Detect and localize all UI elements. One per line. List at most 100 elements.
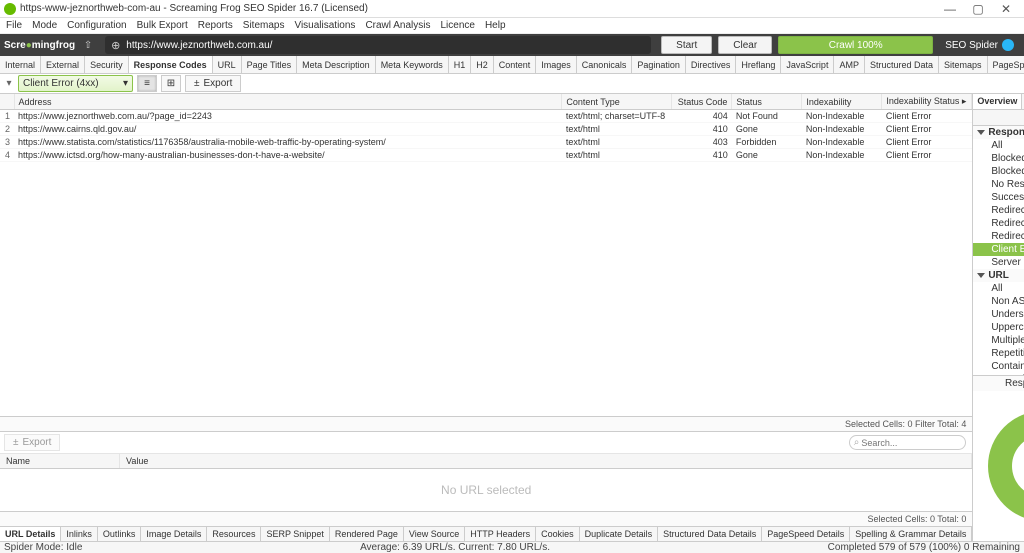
overview-item[interactable]: Redirection (Jav...00% [973, 217, 1024, 230]
detail-tab-image-details[interactable]: Image Details [141, 527, 207, 541]
table-row[interactable]: 2https://www.cairns.qld.gov.au/text/html… [0, 123, 972, 136]
tab-internal[interactable]: Internal [0, 56, 41, 73]
tab-hreflang[interactable]: Hreflang [736, 56, 781, 73]
table-row[interactable]: 3https://www.statista.com/statistics/117… [0, 136, 972, 149]
overview-item[interactable]: Contains Space00% [973, 360, 1024, 373]
maximize-button[interactable]: ▢ [964, 2, 992, 16]
detail-search[interactable]: ⌕ [849, 435, 967, 450]
overview-item[interactable]: Underscores10.22% [973, 308, 1024, 321]
detail-tab-structured-data-details[interactable]: Structured Data Details [658, 527, 762, 541]
detail-tab-cookies[interactable]: Cookies [536, 527, 580, 541]
detail-status: Selected Cells: 0 Total: 0 [0, 511, 972, 526]
detail-tab-outlinks[interactable]: Outlinks [98, 527, 142, 541]
menu-licence[interactable]: Licence [440, 20, 474, 31]
detail-tab-url-details[interactable]: URL Details [0, 527, 61, 541]
menu-crawl analysis[interactable]: Crawl Analysis [365, 20, 430, 31]
window-title: https-www-jeznorthweb-com-au - Screaming… [20, 3, 936, 14]
detail-tab-pagespeed-details[interactable]: PageSpeed Details [762, 527, 850, 541]
filter-toolbar: ▾ Client Error (4xx)▾ ≡ ⊞ ±Export [0, 74, 1024, 94]
start-button[interactable]: Start [661, 36, 712, 54]
detail-export-button[interactable]: ±Export [4, 434, 60, 451]
right-tab-overview[interactable]: Overview [973, 94, 1022, 109]
overview-item[interactable]: Redirection (Met...00% [973, 230, 1024, 243]
tab-directives[interactable]: Directives [686, 56, 737, 73]
overview-item[interactable]: All579100% [973, 139, 1024, 152]
detail-tab-rendered-page[interactable]: Rendered Page [330, 527, 404, 541]
status-bar: Spider Mode: Idle Average: 6.39 URL/s. C… [0, 541, 1024, 553]
url-input-wrap[interactable]: ⊕ [105, 36, 651, 54]
menu-bulk export[interactable]: Bulk Export [137, 20, 188, 31]
overview-section[interactable]: URL [973, 269, 1024, 282]
tab-sitemaps[interactable]: Sitemaps [939, 56, 988, 73]
right-panel: OverviewSite StructureResponse Times▸ UR… [973, 94, 1024, 541]
overview-list[interactable]: Response CodesAll579100%Blocked by Rob..… [973, 126, 1024, 375]
overview-item[interactable]: Uppercase00% [973, 321, 1024, 334]
tab-url[interactable]: URL [213, 56, 242, 73]
detail-tab-http-headers[interactable]: HTTP Headers [465, 527, 536, 541]
filter-icon[interactable]: ▾ [4, 78, 14, 89]
tab-meta-description[interactable]: Meta Description [297, 56, 376, 73]
window-titlebar: https-www-jeznorthweb-com-au - Screaming… [0, 0, 1024, 18]
overview-item[interactable]: Redirection (3xx)61.04% [973, 204, 1024, 217]
overview-item[interactable]: Server Error (5xx)00% [973, 256, 1024, 269]
overview-item[interactable]: Repetitive Path00% [973, 347, 1024, 360]
menu-bar: File Mode Configuration Bulk Export Reports S… [0, 18, 1024, 34]
tab-content[interactable]: Content [494, 56, 537, 73]
menu-configuration[interactable]: Configuration [67, 20, 126, 31]
brand-tag: SEO Spider [945, 39, 1014, 51]
overview-item[interactable]: No Response30.52% [973, 178, 1024, 191]
overview-item[interactable]: Blocked Resourcei00% [973, 165, 1024, 178]
detail-tab-inlinks[interactable]: Inlinks [61, 527, 98, 541]
search-icon: ⌕ [854, 437, 860, 448]
detail-tab-spelling-grammar-details[interactable]: Spelling & Grammar Details [850, 527, 972, 541]
upload-icon[interactable]: ⇧ [81, 40, 95, 51]
view-tree-icon[interactable]: ⊞ [161, 75, 181, 92]
filter-dropdown[interactable]: Client Error (4xx)▾ [18, 75, 133, 92]
tab-security[interactable]: Security [85, 56, 129, 73]
table-row[interactable]: 1https://www.jeznorthweb.com.au/?page_id… [0, 110, 972, 123]
tab-javascript[interactable]: JavaScript [781, 56, 834, 73]
results-table[interactable]: AddressContent TypeStatus CodeStatusInde… [0, 94, 972, 416]
view-list-icon[interactable]: ≡ [137, 75, 157, 92]
tab-structured-data[interactable]: Structured Data [865, 56, 939, 73]
tab-h2[interactable]: H2 [471, 56, 494, 73]
menu-file[interactable]: File [6, 20, 22, 31]
gear-icon[interactable] [1002, 39, 1014, 51]
menu-help[interactable]: Help [485, 20, 506, 31]
overview-item[interactable]: Non ASCII Char...30.66% [973, 295, 1024, 308]
detail-tab-view-source[interactable]: View Source [404, 527, 465, 541]
tab-amp[interactable]: AMP [834, 56, 865, 73]
tab-pagination[interactable]: Pagination [632, 56, 686, 73]
overview-item[interactable]: Success (2xx)56597.58% [973, 191, 1024, 204]
url-input[interactable] [126, 40, 645, 51]
export-button[interactable]: ±Export [185, 75, 241, 92]
tab-images[interactable]: Images [536, 56, 577, 73]
tab-response-codes[interactable]: Response Codes [129, 56, 213, 73]
tab-meta-keywords[interactable]: Meta Keywords [376, 56, 449, 73]
clear-button[interactable]: Clear [718, 36, 772, 54]
detail-panel: ±Export ⌕ NameValue No URL selected Sele… [0, 431, 972, 541]
minimize-button[interactable]: — [936, 2, 964, 16]
menu-mode[interactable]: Mode [32, 20, 57, 31]
detail-tab-duplicate-details[interactable]: Duplicate Details [580, 527, 659, 541]
overview-item[interactable]: Multiple Slashes00% [973, 334, 1024, 347]
menu-sitemaps[interactable]: Sitemaps [243, 20, 285, 31]
close-window-button[interactable]: ✕ [992, 2, 1020, 16]
tab-pagespeed[interactable]: PageSpeed [988, 56, 1024, 73]
menu-visualisations[interactable]: Visualisations [294, 20, 355, 31]
overview-item[interactable]: All456100% [973, 282, 1024, 295]
overview-item[interactable]: Client Error (4xx)40.69% [973, 243, 1024, 256]
detail-tab-serp-snippet[interactable]: SERP Snippet [261, 527, 329, 541]
menu-reports[interactable]: Reports [198, 20, 233, 31]
overview-section[interactable]: Response Codes [973, 126, 1024, 139]
detail-tab-resources[interactable]: Resources [207, 527, 261, 541]
tab-canonicals[interactable]: Canonicals [577, 56, 633, 73]
table-row[interactable]: 4https://www.ictsd.org/how-many-australi… [0, 149, 972, 162]
crawl-progress: Crawl 100% [778, 36, 933, 54]
overview-header: URLs% of... [973, 110, 1024, 126]
overview-item[interactable]: Blocked by Rob...10.17% [973, 152, 1024, 165]
crawl-speed: Average: 6.39 URL/s. Current: 7.80 URL/s… [82, 542, 827, 553]
tab-page-titles[interactable]: Page Titles [242, 56, 298, 73]
tab-h1[interactable]: H1 [449, 56, 472, 73]
tab-external[interactable]: External [41, 56, 85, 73]
